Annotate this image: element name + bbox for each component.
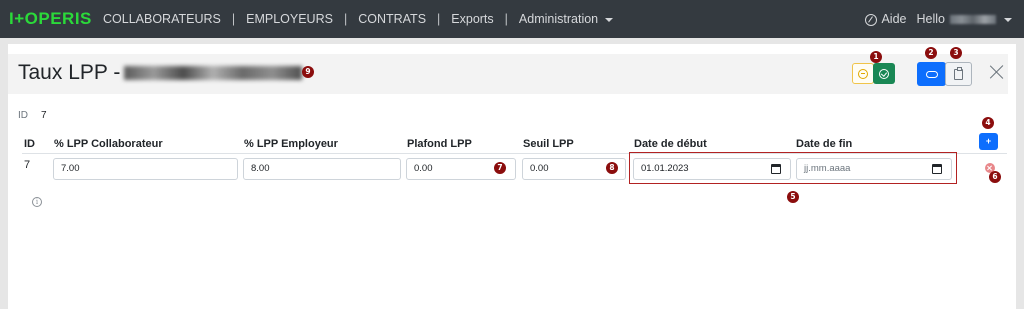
annotation-marker-9: 9 — [302, 66, 314, 78]
record-id-label: ID — [18, 110, 28, 121]
top-navbar: I+OPERIS COLLABORATEURS | EMPLOYEURS | C… — [0, 0, 1024, 38]
row-id: 7 — [24, 159, 31, 171]
annotation-marker-5: 5 — [787, 191, 799, 203]
chevron-down-icon[interactable] — [1004, 17, 1012, 22]
page-title: Taux LPP - — [18, 60, 303, 86]
employeur-rate-input[interactable]: 8.00 — [243, 158, 401, 180]
seuil-value: 0.00 — [530, 163, 549, 174]
user-name-redacted — [950, 15, 996, 24]
minus-circle-icon — [858, 68, 868, 79]
info-icon[interactable]: i — [32, 197, 42, 207]
collaborateur-rate-input[interactable]: 7.00 — [53, 158, 238, 180]
col-header-id: ID — [24, 138, 35, 150]
nav-separator: | — [231, 12, 236, 26]
user-greeting[interactable]: Hello — [917, 12, 946, 27]
nav-contrats[interactable]: CONTRATS — [358, 12, 426, 27]
nav-separator: | — [504, 12, 508, 26]
close-icon[interactable] — [989, 64, 1005, 80]
confirm-button[interactable] — [873, 63, 895, 84]
employeur-rate-value: 8.00 — [251, 163, 270, 174]
col-header-date-debut: Date de début — [634, 138, 707, 150]
chevron-down-icon[interactable] — [605, 17, 614, 22]
plafond-value: 0.00 — [414, 163, 433, 174]
col-header-plafond: Plafond LPP — [407, 138, 472, 150]
annotation-marker-8: 8 — [606, 162, 618, 174]
help-link[interactable]: Aide — [881, 12, 906, 27]
clipboard-icon — [954, 67, 963, 80]
annotation-marker-2: 2 — [925, 47, 937, 59]
col-header-collaborateur: % LPP Collaborateur — [54, 138, 163, 150]
nav-exports[interactable]: Exports — [451, 12, 493, 27]
cancel-button[interactable] — [852, 63, 874, 84]
col-header-seuil: Seuil LPP — [523, 138, 574, 150]
annotation-marker-7: 7 — [494, 162, 506, 174]
record-id-value: 7 — [41, 110, 47, 121]
col-header-employeur: % LPP Employeur — [244, 138, 338, 150]
check-circle-icon — [879, 68, 889, 79]
nav-administration[interactable]: Administration — [519, 12, 598, 27]
page-title-text: Taux LPP - — [18, 61, 121, 84]
nav-separator: | — [343, 12, 348, 26]
title-name-redacted — [124, 66, 303, 81]
col-header-date-fin: Date de fin — [796, 138, 853, 150]
annotation-marker-3: 3 — [950, 47, 962, 59]
date-fields-highlight — [629, 152, 957, 184]
user-nav: Aide Hello — [865, 12, 1012, 27]
clipboard-button[interactable] — [945, 62, 972, 86]
annotation-marker-6: 6 — [989, 171, 1001, 183]
nav-employeurs[interactable]: EMPLOYEURS — [246, 12, 333, 27]
collaborateur-rate-value: 7.00 — [61, 163, 80, 174]
cloud-button[interactable] — [917, 62, 946, 86]
add-row-button[interactable]: + — [979, 133, 998, 150]
annotation-marker-1: 1 — [870, 51, 882, 63]
nav-separator: | — [437, 12, 441, 26]
annotation-marker-4: 4 — [982, 117, 994, 129]
help-circle-icon[interactable] — [865, 13, 878, 26]
main-nav: COLLABORATEURS | EMPLOYEURS | CONTRATS |… — [103, 12, 614, 27]
cloud-icon — [925, 70, 938, 78]
app-logo[interactable]: I+OPERIS — [9, 9, 92, 29]
nav-collaborateurs[interactable]: COLLABORATEURS — [103, 12, 221, 27]
